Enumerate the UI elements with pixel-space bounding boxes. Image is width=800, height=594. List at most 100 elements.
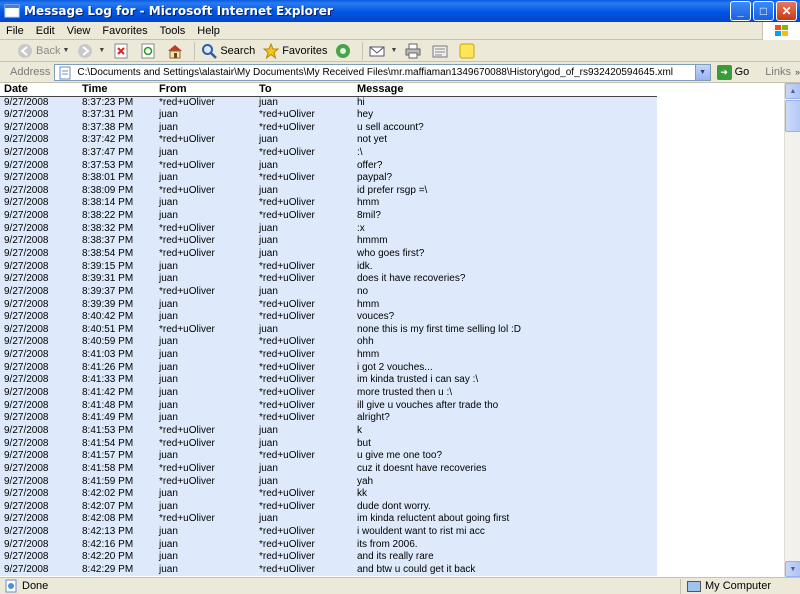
links-toolbar[interactable]: Links xyxy=(765,66,791,78)
cell-time: 8:38:14 PM xyxy=(78,197,155,210)
menu-help[interactable]: Help xyxy=(191,25,226,37)
refresh-button[interactable] xyxy=(137,41,162,61)
links-chevron-icon[interactable]: » xyxy=(795,67,800,77)
cell-message: does it have recoveries? xyxy=(353,272,657,286)
address-url: C:\Documents and Settings\alastair\My Do… xyxy=(77,66,674,78)
stop-icon xyxy=(113,43,129,59)
table-row: 9/27/2008 8:41:48 PM juan *red+uOliver ill g… xyxy=(0,399,657,413)
cell-to: *red+uOliver xyxy=(255,298,353,311)
cell-from: juan xyxy=(155,146,255,160)
cell-message: :\ xyxy=(353,146,657,160)
cell-message: ill give u vouches after trade tho xyxy=(353,399,657,413)
vertical-scrollbar[interactable]: ▲ ▼ xyxy=(784,83,800,577)
search-button[interactable]: Search xyxy=(198,41,258,61)
minimize-button[interactable]: _ xyxy=(730,1,751,21)
table-row: 9/27/2008 8:42:16 PM juan *red+uOliver its f… xyxy=(0,538,657,552)
cell-to: *red+uOliver xyxy=(255,538,353,552)
toolbar: Back ▼ ▼ Search Favorites ▼ xyxy=(0,40,800,62)
cell-to: *red+uOliver xyxy=(255,336,353,349)
scroll-thumb[interactable] xyxy=(785,100,800,132)
cell-message: i got 2 vouches... xyxy=(353,361,657,375)
table-row: 9/27/2008 8:40:42 PM juan *red+uOliver vouce… xyxy=(0,310,657,324)
cell-time: 8:37:38 PM xyxy=(78,121,155,134)
forward-dropdown-icon[interactable]: ▼ xyxy=(98,47,105,54)
scroll-up-button[interactable]: ▲ xyxy=(785,83,800,99)
menu-favorites[interactable]: Favorites xyxy=(96,25,153,37)
cell-time: 8:41:42 PM xyxy=(78,386,155,400)
menu-view[interactable]: View xyxy=(61,25,97,37)
cell-time: 8:37:23 PM xyxy=(78,96,155,109)
cell-message: its from 2006. xyxy=(353,538,657,552)
cell-message: hmm xyxy=(353,197,657,210)
menu-tools[interactable]: Tools xyxy=(154,25,192,37)
cell-date: 9/27/2008 xyxy=(0,272,78,286)
menu-bar: File Edit View Favorites Tools Help xyxy=(0,22,800,40)
address-label: Address xyxy=(10,66,51,78)
table-row: 9/27/2008 8:41:26 PM juan *red+uOliver i got… xyxy=(0,361,657,375)
page-icon xyxy=(59,66,71,79)
cell-from: juan xyxy=(155,108,255,122)
table-row: 9/27/2008 8:39:31 PM juan *red+uOliver does … xyxy=(0,272,657,286)
menu-file[interactable]: File xyxy=(0,25,30,37)
home-button[interactable] xyxy=(164,41,189,61)
cell-to: *red+uOliver xyxy=(255,551,353,564)
cell-from: juan xyxy=(155,399,255,413)
cell-message: 8mil? xyxy=(353,209,657,223)
menu-edit[interactable]: Edit xyxy=(30,25,61,37)
table-row: 9/27/2008 8:41:54 PM *red+uOliver juan but xyxy=(0,437,657,450)
media-button[interactable] xyxy=(332,41,357,61)
mail-icon xyxy=(369,43,385,59)
cell-time: 8:37:31 PM xyxy=(78,108,155,122)
go-button[interactable]: ➜ Go xyxy=(716,64,750,80)
cell-to: juan xyxy=(255,462,353,476)
favorites-button[interactable]: Favorites xyxy=(260,41,330,61)
column-header-message: Message xyxy=(353,83,657,97)
cell-message: id prefer rsgp =\ xyxy=(353,184,657,198)
back-dropdown-icon[interactable]: ▼ xyxy=(62,47,69,54)
table-row: 9/27/2008 8:38:09 PM *red+uOliver juan id pr… xyxy=(0,184,657,198)
messenger-button[interactable] xyxy=(456,41,481,61)
address-bar: Address C:\Documents and Settings\alasta… xyxy=(0,62,800,83)
scroll-down-icon: ▼ xyxy=(789,565,797,573)
mail-button[interactable]: ▼ xyxy=(366,41,400,61)
maximize-button[interactable]: □ xyxy=(753,1,774,21)
address-dropdown-icon[interactable]: ▼ xyxy=(694,64,710,80)
cell-to: juan xyxy=(255,159,353,172)
cell-time: 8:38:01 PM xyxy=(78,171,155,185)
cell-to: juan xyxy=(255,96,353,109)
go-label: Go xyxy=(734,66,750,78)
title-bar[interactable]: Message Log for - Microsoft Internet Exp… xyxy=(0,0,800,22)
address-input[interactable]: C:\Documents and Settings\alastair\My Do… xyxy=(54,63,711,81)
close-button[interactable]: ✕ xyxy=(776,1,797,21)
table-row: 9/27/2008 8:38:54 PM *red+uOliver juan who g… xyxy=(0,247,657,261)
table-row: 9/27/2008 8:38:32 PM *red+uOliver juan:x xyxy=(0,222,657,236)
forward-button[interactable]: ▼ xyxy=(74,41,108,61)
cell-message: :x xyxy=(353,222,657,236)
security-zone: My Computer xyxy=(705,580,772,592)
cell-from: juan xyxy=(155,538,255,552)
cell-date: 9/27/2008 xyxy=(0,449,78,463)
cell-message: idk. xyxy=(353,260,657,273)
edit-button[interactable] xyxy=(429,41,454,61)
cell-from: *red+uOliver xyxy=(155,222,255,236)
mail-dropdown-icon[interactable]: ▼ xyxy=(390,47,397,54)
print-button[interactable] xyxy=(402,41,427,61)
cell-time: 8:39:37 PM xyxy=(78,285,155,299)
cell-time: 8:41:49 PM xyxy=(78,412,155,425)
stop-button[interactable] xyxy=(110,41,135,61)
cell-date: 9/27/2008 xyxy=(0,310,78,324)
table-row: 9/27/2008 8:37:47 PM juan *red+uOliver:\ xyxy=(0,146,657,160)
cell-to: juan xyxy=(255,184,353,198)
cell-from: juan xyxy=(155,525,255,539)
scroll-down-button[interactable]: ▼ xyxy=(785,561,800,577)
cell-date: 9/27/2008 xyxy=(0,96,78,109)
cell-message: more trusted then u :\ xyxy=(353,386,657,400)
cell-to: juan xyxy=(255,475,353,488)
cell-message: paypal? xyxy=(353,171,657,185)
cell-time: 8:41:48 PM xyxy=(78,399,155,413)
table-header-row: Date Time From To Message xyxy=(0,83,657,97)
cell-from: juan xyxy=(155,487,255,501)
back-button[interactable]: Back ▼ xyxy=(14,41,72,61)
table-row: 9/27/2008 8:37:53 PM *red+uOliver juan offer… xyxy=(0,159,657,172)
cell-time: 8:39:31 PM xyxy=(78,272,155,286)
